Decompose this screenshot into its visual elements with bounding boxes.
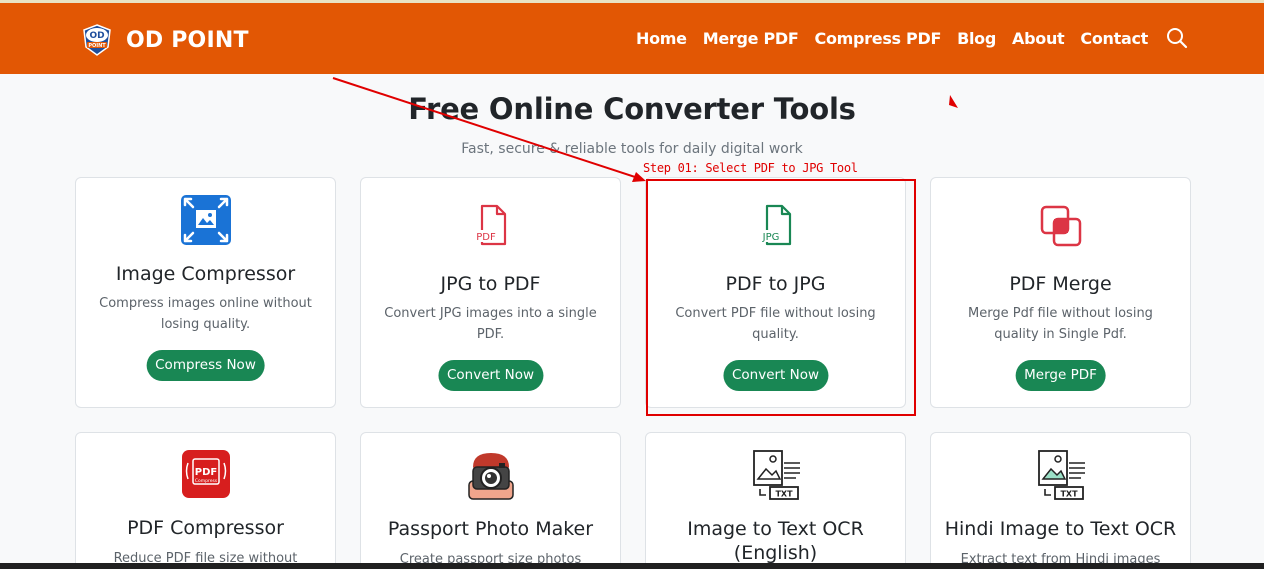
taskbar xyxy=(0,563,1264,569)
annotation-arrow-icon xyxy=(332,77,958,182)
